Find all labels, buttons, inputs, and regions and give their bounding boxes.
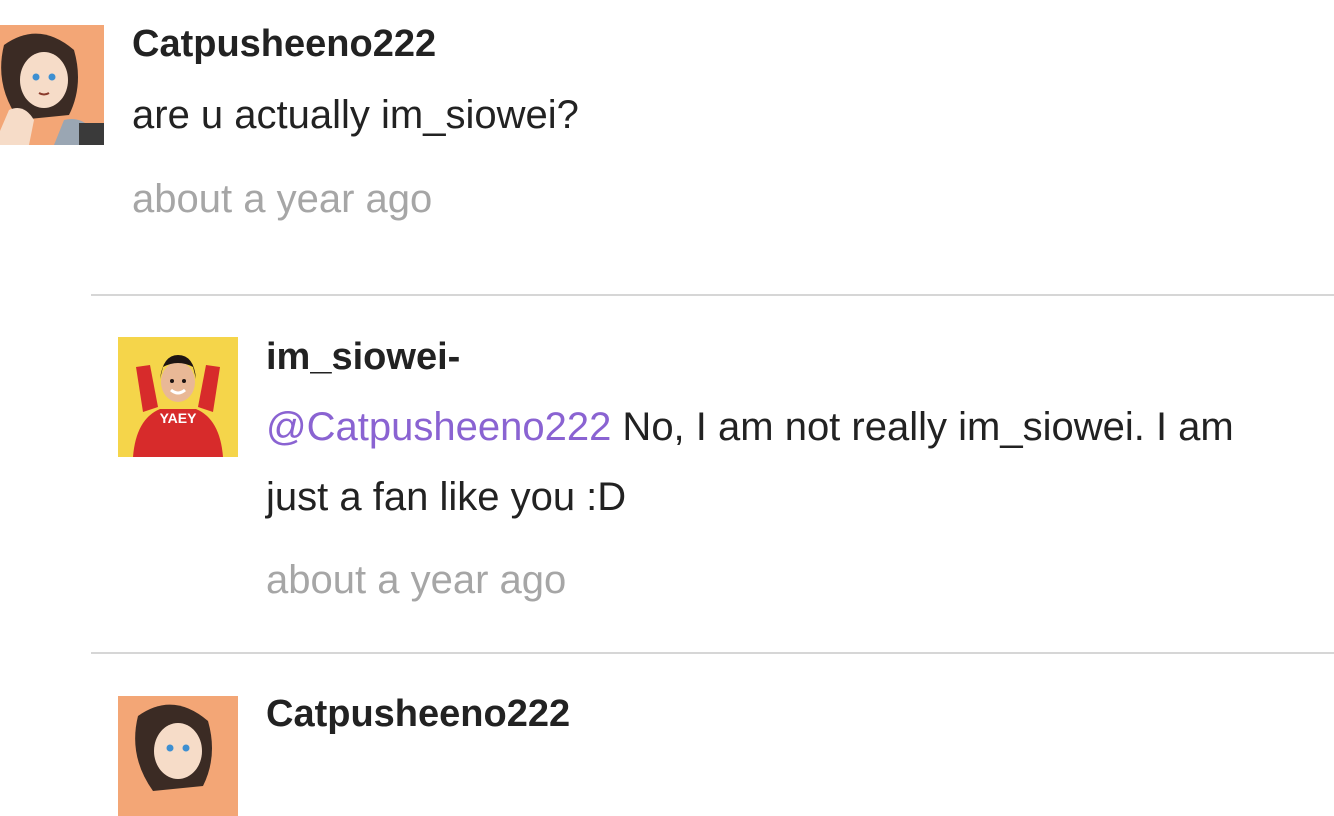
comment-text: are u actually im_siowei? (132, 80, 579, 150)
girl-red-sweater-avatar-icon: YAEY (118, 337, 238, 457)
anime-girl-avatar-icon (118, 696, 238, 816)
avatar[interactable] (0, 25, 104, 145)
comment-timestamp: about a year ago (266, 558, 567, 602)
anime-girl-avatar-icon (0, 25, 104, 145)
comment-username[interactable]: Catpusheeno222 (132, 22, 436, 66)
avatar[interactable] (118, 696, 238, 816)
avatar[interactable]: YAEY (118, 337, 238, 457)
avatar-shirt-text: YAEY (160, 410, 198, 426)
comment-divider (91, 294, 1334, 296)
comment-text: @Catpusheeno222 No, I am not really im_s… (266, 392, 1306, 532)
comment-divider (91, 652, 1334, 654)
comment-username[interactable]: im_siowei- (266, 335, 460, 379)
mention-link[interactable]: @Catpusheeno222 (266, 405, 611, 449)
comment-timestamp: about a year ago (132, 177, 433, 221)
comment-text-content: are u actually im_siowei? (132, 93, 579, 137)
comment-username[interactable]: Catpusheeno222 (266, 692, 570, 736)
